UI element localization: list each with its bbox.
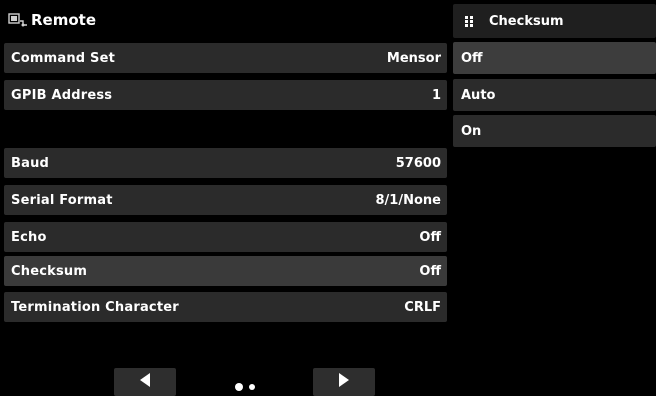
checksum-panel-header: Checksum bbox=[453, 4, 656, 38]
next-page-button[interactable] bbox=[313, 368, 375, 396]
setting-label: Checksum bbox=[11, 263, 88, 279]
option-label: Off bbox=[461, 50, 483, 66]
option-off[interactable]: Off bbox=[453, 42, 656, 74]
option-label: On bbox=[461, 123, 482, 139]
page-dot-current bbox=[235, 383, 243, 391]
setting-checksum[interactable]: Checksum Off bbox=[4, 256, 447, 286]
arrow-left-icon bbox=[138, 372, 152, 392]
setting-label: Termination Character bbox=[11, 299, 179, 315]
panel-title: Checksum bbox=[489, 13, 564, 29]
setting-value: Off bbox=[419, 263, 441, 279]
option-label: Auto bbox=[461, 87, 496, 103]
setting-termination-character[interactable]: Termination Character CRLF bbox=[4, 292, 447, 322]
page-indicator bbox=[232, 377, 262, 391]
setting-value: 8/1/None bbox=[375, 192, 441, 208]
option-on[interactable]: On bbox=[453, 115, 656, 147]
setting-value: CRLF bbox=[404, 299, 441, 315]
page-title: Remote bbox=[31, 11, 97, 29]
setting-label: Baud bbox=[11, 155, 50, 171]
setting-value: Off bbox=[419, 229, 441, 245]
setting-label: Command Set bbox=[11, 50, 116, 66]
setting-value: 1 bbox=[431, 87, 441, 103]
setting-label: Echo bbox=[11, 229, 47, 245]
setting-value: Mensor bbox=[386, 50, 441, 66]
setting-value: 57600 bbox=[395, 155, 441, 171]
setting-gpib-address[interactable]: GPIB Address 1 bbox=[4, 80, 447, 110]
option-auto[interactable]: Auto bbox=[453, 79, 656, 111]
remote-interface-icon bbox=[8, 12, 28, 28]
page-dot bbox=[249, 384, 255, 390]
setting-echo[interactable]: Echo Off bbox=[4, 222, 447, 252]
page-header: Remote bbox=[0, 0, 452, 40]
setting-label: GPIB Address bbox=[11, 87, 113, 103]
previous-page-button[interactable] bbox=[114, 368, 176, 396]
grid-icon bbox=[463, 15, 475, 27]
setting-serial-format[interactable]: Serial Format 8/1/None bbox=[4, 185, 447, 215]
setting-baud[interactable]: Baud 57600 bbox=[4, 148, 447, 178]
arrow-right-icon bbox=[337, 372, 351, 392]
setting-command-set[interactable]: Command Set Mensor bbox=[4, 43, 447, 73]
setting-label: Serial Format bbox=[11, 192, 113, 208]
